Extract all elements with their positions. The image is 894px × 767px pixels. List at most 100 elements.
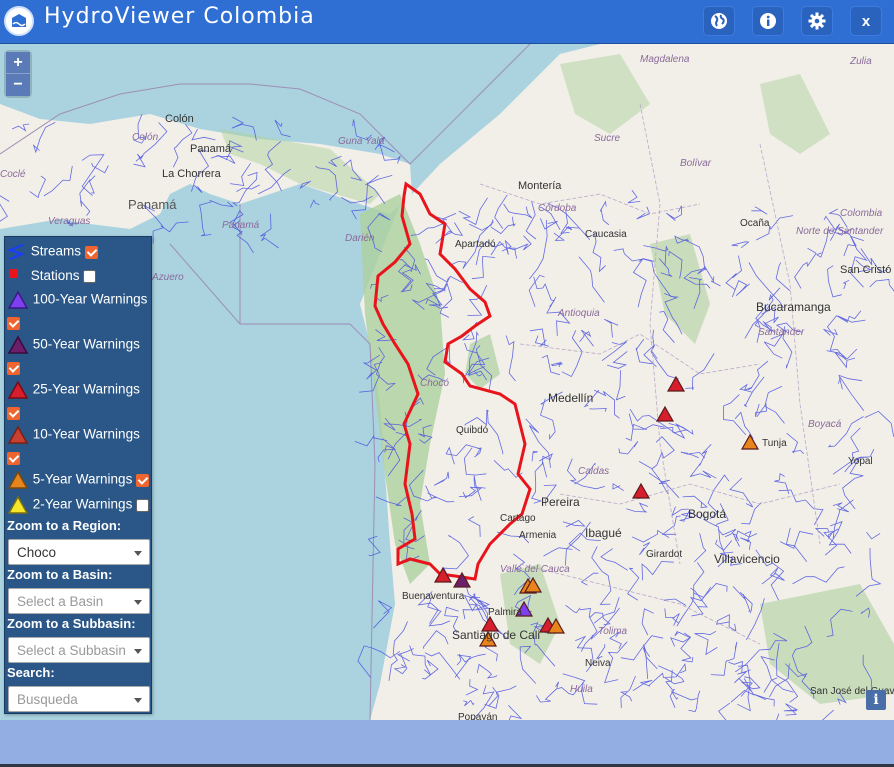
label-armenia: Armenia <box>519 530 557 541</box>
label-pereira: Pereira <box>541 495 580 509</box>
zoom-basin-label: Zoom to a Basin: <box>7 567 113 582</box>
label-la-chorrera: La Chorrera <box>162 168 222 180</box>
label-bogota: Bogotá <box>688 507 726 521</box>
legend-label-5yr: 5-Year Warnings <box>32 471 133 487</box>
globe-icon <box>711 13 727 29</box>
legend-label-stations: Stations <box>30 268 80 283</box>
legend-panel: Streams Stations 100-Year Warnings 50-Ye… <box>4 236 152 714</box>
app-logo <box>4 6 34 36</box>
label-norte-de-santander: Norte de Santander <box>796 226 884 237</box>
label-choco: Chocó <box>420 378 449 389</box>
warning-50-icon <box>7 335 29 354</box>
warning-100-checkbox[interactable] <box>7 316 20 330</box>
legend-label-10yr: 10-Year Warnings <box>32 426 140 442</box>
label-girardot: Girardot <box>646 549 682 560</box>
zoom-out-button[interactable]: − <box>6 74 30 96</box>
label-santander: Santander <box>758 327 805 338</box>
label-yopal: Yopal <box>848 456 873 467</box>
label-antioquia: Antioquia <box>557 308 600 319</box>
label-tunja: Tunja <box>762 438 787 449</box>
zoom-control: + − <box>6 52 30 96</box>
streams-checkbox[interactable] <box>84 245 98 259</box>
legend-row-5yr: 5-Year Warnings <box>7 470 150 490</box>
warning-2-icon <box>7 495 29 514</box>
legend-label-streams: Streams <box>30 243 82 259</box>
info-button[interactable] <box>752 6 784 36</box>
label-tolima: Tolima <box>598 626 628 637</box>
label-monteria: Montería <box>518 180 562 192</box>
header-bar: HydroViewer Colombia x <box>0 0 894 44</box>
station-icon <box>9 269 18 279</box>
warning-50-checkbox[interactable] <box>7 361 20 375</box>
label-darien: Darién <box>345 233 375 244</box>
search-select[interactable]: Busqueda <box>8 686 150 712</box>
label-colombia: Colombia <box>840 208 883 219</box>
legend-row-stations: Stations <box>7 268 97 284</box>
attribution-info-button[interactable]: i <box>866 690 886 710</box>
app-title: HydroViewer Colombia <box>44 4 315 29</box>
label-bolivar: Bolívar <box>680 158 712 169</box>
label-panama-country: Panamá <box>128 197 177 212</box>
warning-100-icon <box>7 290 29 309</box>
region-select[interactable]: Choco <box>8 539 150 565</box>
legend-row-100yr: 100-Year Warnings <box>7 290 147 310</box>
label-palmira: Palmira <box>488 607 522 618</box>
legend-row-100yr-check <box>7 315 20 330</box>
zoom-region-label: Zoom to a Region: <box>7 518 122 533</box>
label-zulia: Zulia <box>849 56 872 67</box>
stream-icon <box>7 244 25 260</box>
zoom-in-button[interactable]: + <box>6 52 30 74</box>
label-ocana: Ocaña <box>740 218 770 229</box>
legend-row-25yr-check <box>7 405 20 420</box>
close-icon: x <box>861 12 871 30</box>
label-huila: Huila <box>570 684 593 695</box>
settings-button[interactable] <box>801 6 833 36</box>
warning-5-checkbox[interactable] <box>136 473 150 487</box>
label-boyaca: Boyacá <box>808 419 842 430</box>
basin-select[interactable]: Select a Basin <box>8 588 150 614</box>
label-santiago-de-cali: Santiago de Cali <box>452 628 540 642</box>
close-button[interactable]: x <box>850 6 882 36</box>
label-medellin: Medellín <box>548 391 593 405</box>
label-bucaramanga: Bucaramanga <box>756 300 831 314</box>
globe-button[interactable] <box>703 6 735 36</box>
warning-25-checkbox[interactable] <box>7 406 20 420</box>
app-root: HydroViewer Colombia x Colón Panamá La C… <box>0 0 894 767</box>
warning-10-icon <box>7 425 29 444</box>
legend-label-25yr: 25-Year Warnings <box>32 381 140 397</box>
label-valle-del-cauca: Valle del Cauca <box>500 564 570 575</box>
legend-label-50yr: 50-Year Warnings <box>32 336 140 352</box>
label-quibdo: Quibdó <box>456 425 489 436</box>
stations-checkbox[interactable] <box>83 269 97 283</box>
legend-row-streams: Streams <box>7 243 98 261</box>
label-popayan: Popayán <box>458 712 497 720</box>
zoom-subbasin-label: Zoom to a Subbasin: <box>7 616 136 631</box>
label-cartago: Cartago <box>500 513 536 524</box>
label-buenaventura: Buenaventura <box>402 591 465 602</box>
label-neiva: Neiva <box>585 658 611 669</box>
legend-row-2yr: 2-Year Warnings <box>7 495 150 515</box>
label-villavicencio: Villavicencio <box>714 552 780 566</box>
legend-row-10yr-check <box>7 450 20 465</box>
label-azuero: Azuero <box>151 272 184 283</box>
label-apartado: Apartadó <box>455 239 496 250</box>
label-caucasia: Caucasia <box>585 229 627 240</box>
warning-5-icon <box>7 470 29 489</box>
legend-row-25yr: 25-Year Warnings <box>7 380 140 400</box>
label-veraguas: Veraguas <box>48 216 90 227</box>
search-label: Search: <box>7 665 55 680</box>
footer-bar <box>0 720 894 767</box>
subbasin-select[interactable]: Select a Subbasin <box>8 637 150 663</box>
legend-row-50yr: 50-Year Warnings <box>7 335 140 355</box>
label-colon-province: Colón <box>132 132 159 143</box>
label-cordoba: Córdoba <box>538 203 577 214</box>
label-panama-province: Panamá <box>222 220 260 231</box>
label-sucre: Sucre <box>594 133 621 144</box>
gear-icon <box>808 12 826 30</box>
label-colon: Colón <box>165 113 194 125</box>
label-caldas: Caldas <box>578 466 609 477</box>
warning-2-checkbox[interactable] <box>136 498 150 512</box>
legend-label-100yr: 100-Year Warnings <box>32 291 148 307</box>
label-panama-city: Panamá <box>190 143 232 155</box>
warning-10-checkbox[interactable] <box>7 451 20 465</box>
